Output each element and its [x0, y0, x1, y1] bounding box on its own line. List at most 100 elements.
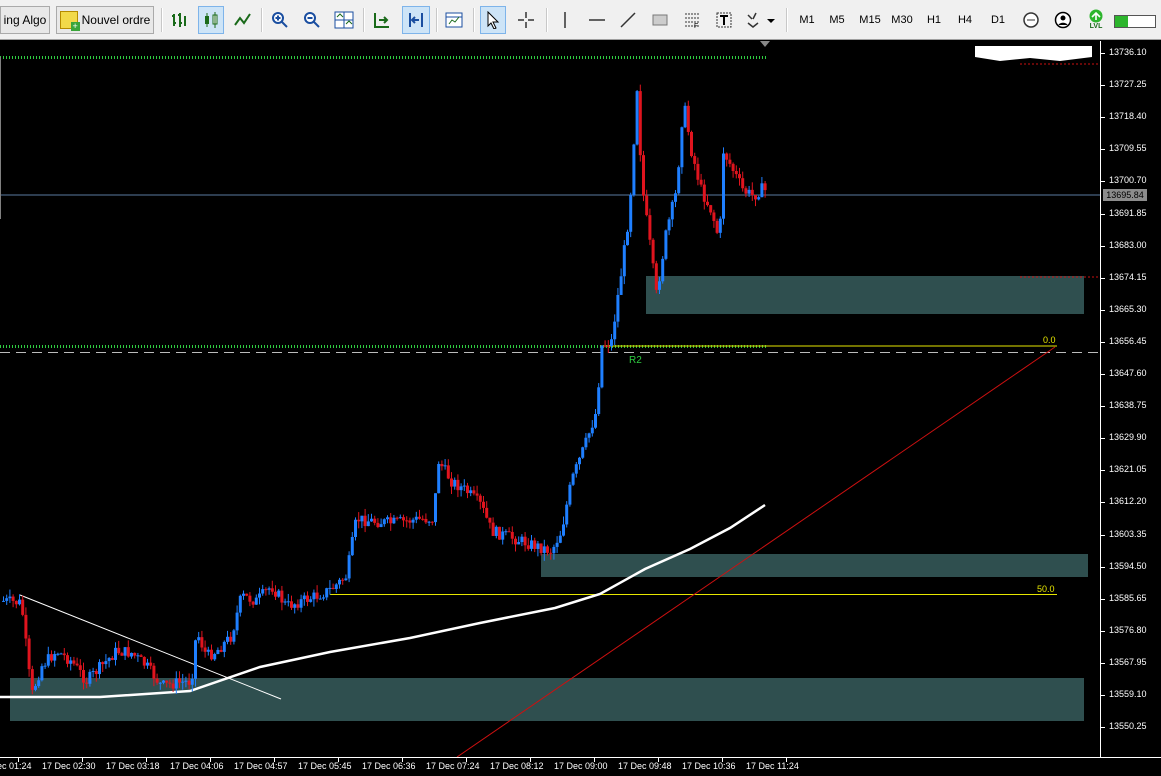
candle-body	[712, 212, 716, 221]
shapes-menu-icon[interactable]	[742, 6, 778, 34]
fibonacci-icon[interactable]: F	[679, 6, 705, 34]
candle-body	[526, 545, 530, 549]
price-label: 13674.15	[1109, 271, 1147, 282]
chat-icon[interactable]	[1018, 6, 1044, 34]
candle-body	[232, 630, 236, 642]
candle-body	[616, 294, 620, 322]
price-tick	[1101, 470, 1105, 472]
rectangle-icon[interactable]	[647, 6, 673, 34]
horizontal-line-icon[interactable]	[584, 6, 610, 34]
candle-body	[546, 546, 549, 553]
algo-trading-button[interactable]: ing Algo	[0, 6, 50, 34]
timeframe-m30[interactable]: M30	[887, 6, 917, 34]
price-axis: 13736.10 13727.25 13718.40 13709.55 13700.70…	[1100, 41, 1161, 757]
candle-body	[328, 587, 332, 589]
candle-body	[549, 552, 553, 554]
candle-body	[456, 479, 460, 491]
candle-body	[693, 156, 697, 164]
candle-body	[450, 478, 453, 487]
price-label: 13718.40	[1109, 111, 1147, 122]
candle-body	[354, 519, 357, 537]
candle-body	[18, 599, 21, 605]
zoom-out-icon[interactable]	[299, 6, 325, 34]
candle-body	[226, 636, 229, 642]
candle-body	[600, 345, 604, 388]
candle-body	[34, 686, 37, 690]
candle-body	[411, 519, 415, 523]
price-label: 13550.25	[1109, 721, 1147, 732]
timeframe-m5[interactable]: M5	[822, 6, 852, 34]
candle-body	[206, 649, 210, 652]
timeframe-m1[interactable]: M1	[792, 6, 822, 34]
timeframe-h4[interactable]: H4	[950, 6, 980, 34]
candle-body	[37, 680, 41, 687]
templates-icon[interactable]	[441, 6, 467, 34]
candle-body	[286, 601, 290, 603]
candle-body	[696, 163, 700, 180]
time-label: 17 Dec 04:57	[234, 761, 288, 771]
candle-body	[667, 219, 671, 231]
timeframe-d1[interactable]: D1	[983, 6, 1013, 34]
zoom-in-icon[interactable]	[267, 6, 293, 34]
crosshair-icon[interactable]	[513, 6, 539, 34]
candle-body	[648, 215, 652, 240]
candle-body	[664, 230, 668, 259]
account-icon[interactable]	[1050, 6, 1076, 34]
price-tick	[1101, 695, 1105, 696]
candle-body	[475, 493, 479, 496]
candle-body	[741, 178, 745, 189]
candle-body	[488, 517, 492, 523]
lvl-indicator[interactable]: LVL	[1082, 6, 1110, 34]
line-chart-icon[interactable]	[230, 6, 256, 34]
candle-body	[184, 680, 188, 682]
timeframe-m15[interactable]: M15	[855, 6, 885, 34]
price-label: 13638.75	[1109, 400, 1147, 411]
candle-body	[552, 546, 556, 554]
candle-body	[370, 518, 373, 522]
candle-body	[78, 665, 82, 670]
candle-body	[347, 555, 351, 579]
candle-body	[728, 159, 732, 164]
candle-body	[715, 220, 719, 233]
candle-body	[718, 218, 722, 233]
candle-body	[670, 201, 674, 220]
price-label: 13594.50	[1109, 560, 1147, 571]
price-label: 13727.25	[1109, 79, 1147, 90]
candle-body	[130, 652, 133, 657]
timeframe-h1[interactable]: H1	[919, 6, 949, 34]
resistance-zone	[646, 276, 1084, 314]
candle-body	[632, 144, 636, 195]
candle-body	[514, 538, 517, 545]
candle-body	[290, 601, 293, 608]
candle-body	[722, 153, 725, 219]
candle-body	[325, 588, 329, 598]
price-tick	[1101, 662, 1105, 664]
candle-body	[104, 661, 108, 665]
pivot-r2-label: R2	[629, 355, 642, 366]
cursor-icon[interactable]	[480, 6, 506, 34]
candle-body	[398, 517, 402, 519]
price-label: 13647.60	[1109, 368, 1147, 378]
bar-chart-icon[interactable]	[166, 6, 192, 34]
candle-body	[392, 517, 396, 524]
tile-windows-icon[interactable]	[331, 6, 357, 34]
vertical-line-icon[interactable]	[552, 6, 578, 34]
candle-body	[178, 678, 181, 683]
auto-scroll-icon[interactable]	[369, 6, 395, 34]
candlestick-icon[interactable]	[198, 6, 224, 34]
new-order-button[interactable]: + Nouvel ordre	[56, 6, 154, 34]
price-tick	[1101, 309, 1105, 311]
candle-body	[610, 339, 613, 347]
candle-body	[626, 231, 629, 246]
algo-trading-label: ing Algo	[3, 13, 47, 27]
price-chart[interactable]: R2 0.0 50.0	[0, 41, 1100, 757]
candle-body	[66, 655, 69, 664]
candle-body	[635, 91, 639, 145]
candle-body	[11, 596, 15, 601]
trendline-icon[interactable]	[615, 6, 641, 34]
candle-body	[597, 387, 601, 415]
chart-shift-icon[interactable]	[402, 6, 430, 34]
base-zone	[10, 678, 1084, 721]
candle-body	[674, 193, 677, 202]
text-tool-icon[interactable]	[711, 6, 737, 34]
